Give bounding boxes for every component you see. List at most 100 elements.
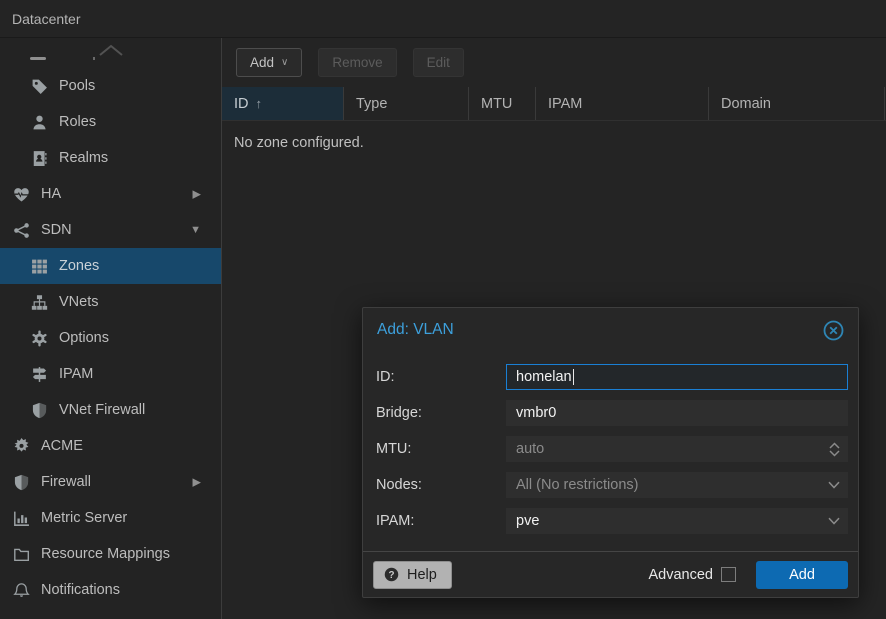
add-button-label: Add: [250, 55, 274, 70]
help-button[interactable]: ? Help: [373, 561, 452, 589]
advanced-label: Advanced: [649, 567, 714, 583]
sidebar-item-firewall[interactable]: Firewall ▶: [0, 464, 221, 500]
sidebar-item-label: Notifications: [41, 582, 120, 598]
column-header-label: IPAM: [548, 96, 582, 112]
dialog-titlebar[interactable]: Add: VLAN: [363, 308, 858, 352]
sidebar-item-options[interactable]: Options: [0, 320, 221, 356]
collapse-arrow-icon[interactable]: ▼: [190, 224, 201, 236]
column-header-ipam[interactable]: IPAM: [536, 87, 709, 120]
svg-text:?: ?: [388, 570, 394, 581]
add-vlan-dialog: Add: VLAN ID: homelan Bridge: MTU: auto: [362, 307, 859, 598]
top-header-bar: Datacenter: [0, 0, 886, 38]
ipam-field-label: IPAM:: [376, 513, 506, 529]
question-circle-icon: ?: [384, 567, 399, 582]
grid-icon: [31, 258, 48, 275]
add-button[interactable]: Add ∨: [236, 48, 302, 77]
sidebar-item-acme[interactable]: ACME: [0, 428, 221, 464]
nodes-field-label: Nodes:: [376, 477, 506, 493]
address-book-icon: [31, 150, 48, 167]
sidebar-item-label: VNet Firewall: [59, 402, 145, 418]
resource-tree-sidebar: Pools Roles Realms HA ▶ SDN ▼ Zones VNets Options…: [0, 38, 222, 619]
certificate-icon: [13, 438, 30, 455]
help-button-label: Help: [407, 567, 437, 583]
zones-toolbar: Add ∨ Remove Edit: [222, 38, 886, 87]
nodes-combo[interactable]: All (No restrictions): [506, 472, 848, 498]
ipam-combo-value: pve: [516, 513, 539, 529]
column-header-type[interactable]: Type: [344, 87, 469, 120]
dialog-title: Add: VLAN: [377, 321, 823, 339]
sidebar-item-label: Realms: [59, 150, 108, 166]
column-header-domain[interactable]: Domain: [709, 87, 885, 120]
empty-grid-message: No zone configured.: [222, 121, 886, 165]
sort-ascending-icon: ↑: [256, 96, 263, 111]
sidebar-item-label: SDN: [41, 222, 72, 238]
sidebar-item-label: HA: [41, 186, 61, 202]
tree-scroll-up-indicator[interactable]: [0, 38, 221, 68]
sidebar-item-label: VNets: [59, 294, 99, 310]
tree-items-container: Pools Roles Realms HA ▶ SDN ▼ Zones VNets Options…: [0, 68, 221, 608]
id-input-value: homelan: [516, 369, 572, 385]
close-icon[interactable]: [823, 320, 844, 341]
sidebar-item-resource-mappings[interactable]: Resource Mappings: [0, 536, 221, 572]
sidebar-item-label: Zones: [59, 258, 99, 274]
sidebar-item-label: Pools: [59, 78, 95, 94]
sidebar-item-notifications[interactable]: Notifications: [0, 572, 221, 608]
map-signs-icon: [31, 366, 48, 383]
sidebar-item-label: Firewall: [41, 474, 91, 490]
edit-button-label: Edit: [427, 55, 450, 70]
clipped-tree-item-remnant-dot: [93, 57, 95, 60]
heartbeat-icon: [13, 186, 30, 203]
ipam-combo[interactable]: pve: [506, 508, 848, 534]
sidebar-item-metric-server[interactable]: Metric Server: [0, 500, 221, 536]
chevron-up-icon: [98, 44, 124, 60]
bridge-field-label: Bridge:: [376, 405, 506, 421]
expand-arrow-icon[interactable]: ▶: [193, 188, 201, 201]
sidebar-item-label: Roles: [59, 114, 96, 130]
remove-button-label: Remove: [332, 55, 382, 70]
bell-icon: [13, 582, 30, 599]
sitemap-icon: [31, 294, 48, 311]
sidebar-item-ha[interactable]: HA ▶: [0, 176, 221, 212]
shield-icon: [13, 474, 30, 491]
mtu-spinner[interactable]: auto: [506, 436, 848, 462]
text-cursor: [573, 369, 574, 385]
spinner-up-down-icon[interactable]: [829, 437, 840, 461]
sidebar-item-roles[interactable]: Roles: [0, 104, 221, 140]
sidebar-item-label: IPAM: [59, 366, 93, 382]
chart-bar-icon: [13, 510, 30, 527]
column-header-label: Type: [356, 96, 387, 112]
sidebar-item-ipam[interactable]: IPAM: [0, 356, 221, 392]
mtu-field-label: MTU:: [376, 441, 506, 457]
chevron-down-icon: ∨: [281, 57, 288, 68]
advanced-checkbox[interactable]: [721, 567, 736, 582]
column-header-label: ID: [234, 96, 249, 112]
sidebar-item-realms[interactable]: Realms: [0, 140, 221, 176]
sidebar-item-label: ACME: [41, 438, 83, 454]
sidebar-item-sdn[interactable]: SDN ▼: [0, 212, 221, 248]
chevron-down-icon[interactable]: [828, 473, 840, 497]
bridge-input[interactable]: [506, 400, 848, 426]
column-header-mtu[interactable]: MTU: [469, 87, 536, 120]
sidebar-item-vnet-firewall[interactable]: VNet Firewall: [0, 392, 221, 428]
dialog-body: ID: homelan Bridge: MTU: auto Nodes:: [363, 352, 858, 534]
dialog-add-button[interactable]: Add: [756, 561, 848, 589]
page-title: Datacenter: [12, 11, 80, 27]
remove-button[interactable]: Remove: [318, 48, 396, 77]
expand-arrow-icon[interactable]: ▶: [193, 476, 201, 489]
sidebar-item-pools[interactable]: Pools: [0, 68, 221, 104]
folder-icon: [13, 546, 30, 563]
column-header-id[interactable]: ID ↑: [222, 87, 344, 120]
id-field-label: ID:: [376, 369, 506, 385]
id-input[interactable]: homelan: [506, 364, 848, 390]
zones-grid-header: ID ↑ Type MTU IPAM Domain: [222, 87, 886, 121]
user-icon: [31, 114, 48, 131]
dialog-footer: ? Help Advanced Add: [363, 551, 858, 597]
chevron-down-icon[interactable]: [828, 509, 840, 533]
tags-icon: [31, 78, 48, 95]
shield-icon: [31, 402, 48, 419]
sidebar-item-label: Resource Mappings: [41, 546, 170, 562]
sidebar-item-vnets[interactable]: VNets: [0, 284, 221, 320]
sidebar-item-zones[interactable]: Zones: [0, 248, 221, 284]
edit-button[interactable]: Edit: [413, 48, 464, 77]
sidebar-item-label: Options: [59, 330, 109, 346]
